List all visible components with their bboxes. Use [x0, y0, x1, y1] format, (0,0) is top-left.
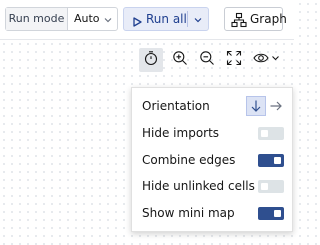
hide-unlinked-cells-row: Hide unlinked cells	[142, 176, 287, 196]
arrow-right-icon	[270, 101, 282, 111]
graph-label: Graph	[250, 12, 287, 26]
chevron-down-icon	[271, 50, 280, 70]
timer-button[interactable]	[139, 48, 163, 72]
orientation-row: Orientation	[142, 96, 287, 116]
zoom-out-icon	[199, 50, 215, 70]
orientation-horizontal-option[interactable]	[266, 96, 286, 116]
hide-unlinked-cells-toggle[interactable]	[258, 180, 284, 193]
timer-icon	[143, 50, 159, 70]
fit-to-screen-icon	[226, 50, 242, 70]
combine-edges-row: Combine edges	[142, 150, 287, 170]
arrow-down-icon	[251, 100, 261, 112]
run-all-divider	[187, 11, 188, 27]
zoom-out-button[interactable]	[195, 48, 219, 72]
top-toolbar: Run mode Auto Run all Graph	[0, 0, 294, 40]
orientation-label: Orientation	[142, 99, 210, 113]
show-mini-map-label: Show mini map	[142, 206, 235, 220]
fit-to-screen-button[interactable]	[222, 48, 246, 72]
run-all-label: Run all	[146, 12, 187, 26]
hide-unlinked-cells-label: Hide unlinked cells	[142, 179, 255, 193]
graph-button[interactable]: Graph	[224, 7, 287, 31]
play-icon	[131, 13, 143, 27]
orientation-vertical-option[interactable]	[246, 96, 266, 116]
graph-icon	[231, 12, 247, 28]
show-mini-map-row: Show mini map	[142, 203, 287, 223]
zoom-in-icon	[172, 50, 188, 70]
combine-edges-label: Combine edges	[142, 153, 236, 167]
run-mode-select[interactable]: Run mode Auto	[5, 7, 118, 31]
combine-edges-toggle[interactable]	[258, 154, 284, 167]
hide-imports-toggle[interactable]	[258, 127, 284, 140]
zoom-in-button[interactable]	[168, 48, 192, 72]
run-all-button[interactable]: Run all	[123, 7, 209, 31]
run-mode-label: Run mode	[6, 8, 68, 30]
show-mini-map-toggle[interactable]	[258, 207, 284, 220]
hide-imports-row: Hide imports	[142, 123, 287, 143]
run-mode-value: Auto	[74, 12, 100, 25]
hide-imports-label: Hide imports	[142, 126, 220, 140]
eye-icon	[252, 50, 271, 70]
run-all-dropdown-chevron-icon[interactable]	[192, 12, 204, 26]
orientation-toggle	[246, 96, 286, 116]
chevron-down-icon	[102, 12, 114, 26]
view-settings-button[interactable]	[250, 48, 282, 72]
view-settings-panel: Orientation Hide imports Combine edges H…	[131, 87, 293, 232]
